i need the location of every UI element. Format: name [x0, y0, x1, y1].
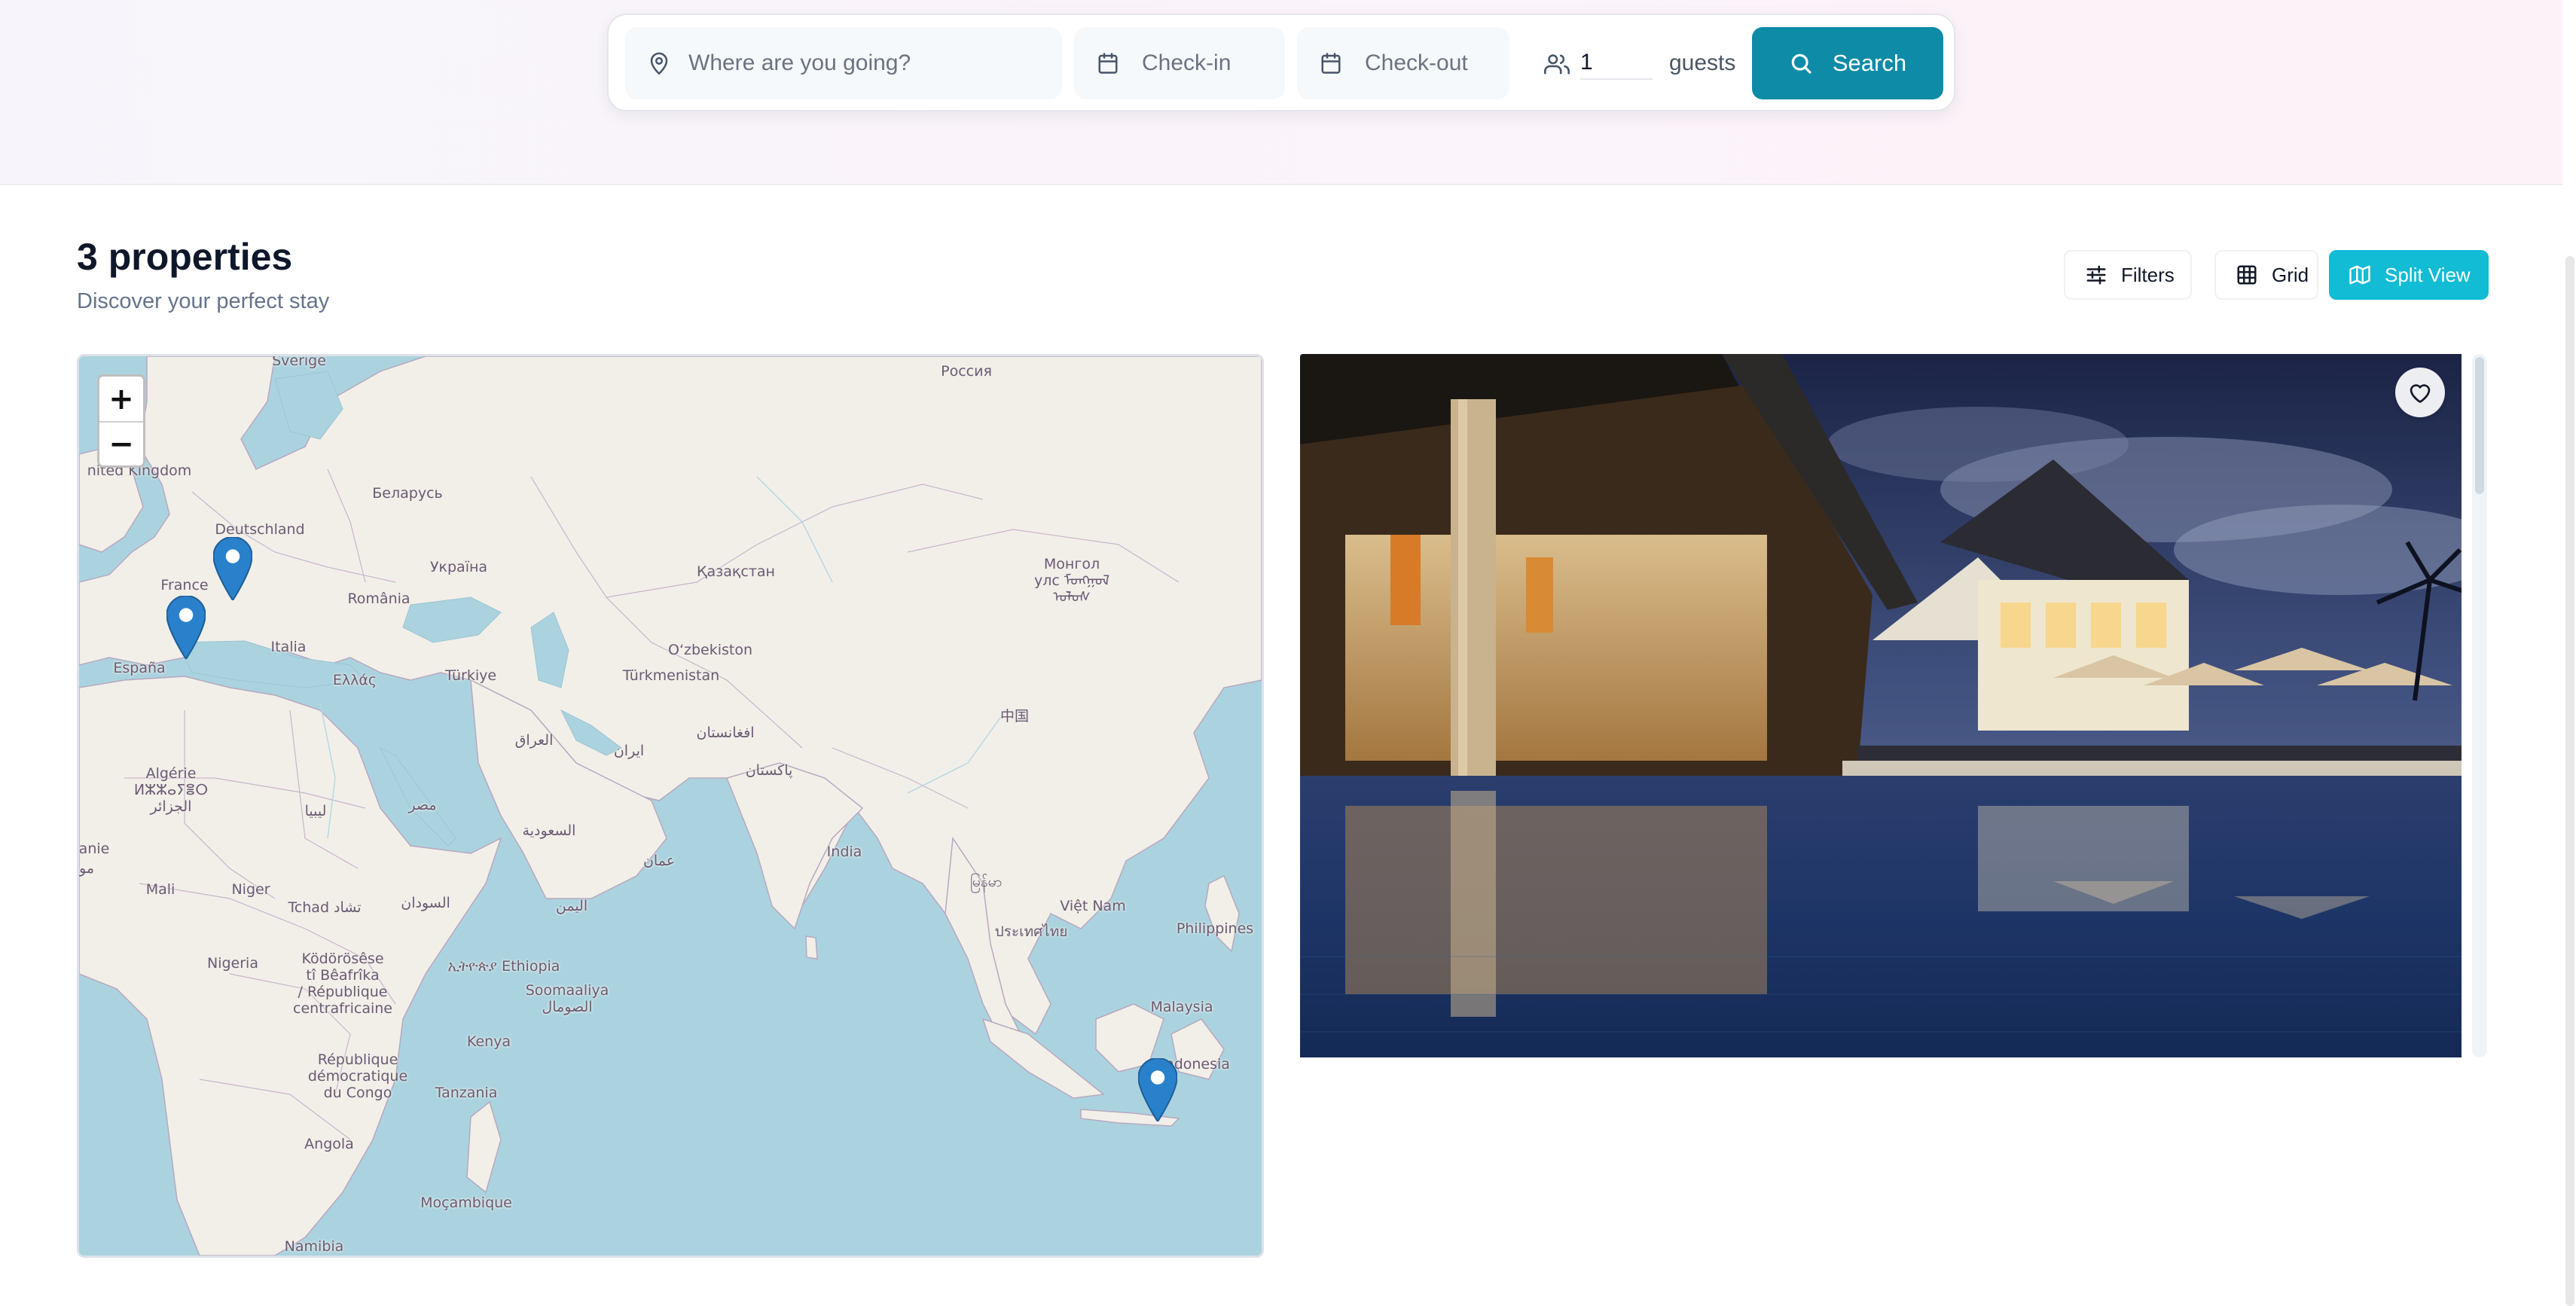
- search-button-label: Search: [1832, 50, 1907, 76]
- map-label-car: Ködörösêse tî Bêafrîka / République cent…: [293, 951, 392, 1017]
- results-subtitle: Discover your perfect stay: [77, 289, 330, 313]
- map-label-tchad: Tchad تشاد: [288, 899, 362, 916]
- map-label-angola: Angola: [304, 1136, 354, 1152]
- search-bar: Where are you going? Check-in Check-out …: [607, 14, 1955, 111]
- map-label-belarus: Беларусь: [372, 485, 443, 502]
- checkin-placeholder[interactable]: Check-in: [1142, 50, 1231, 76]
- map-label-drc: République démocratique du Congo: [307, 1051, 408, 1101]
- destination-field[interactable]: Where are you going?: [625, 27, 1062, 99]
- map-label-afghanistan: افغانستان: [696, 725, 755, 741]
- search-button[interactable]: Search: [1752, 27, 1943, 99]
- grid-view-button[interactable]: Grid: [2214, 250, 2318, 300]
- favorite-button[interactable]: [2395, 368, 2445, 417]
- list-scrollbar-thumb[interactable]: [2475, 357, 2484, 494]
- map-label-deutschland: Deutschland: [215, 521, 305, 538]
- location-pin-icon: [650, 52, 668, 75]
- map-label-libya: ليبيا: [304, 803, 327, 819]
- map-label-rossiya: Россия: [941, 363, 992, 380]
- map-icon: [2349, 265, 2370, 285]
- filters-label: Filters: [2121, 263, 2175, 286]
- map-marker-icon[interactable]: [213, 537, 252, 600]
- split-view-label: Split View: [2385, 263, 2471, 286]
- destination-placeholder[interactable]: Where are you going?: [688, 50, 911, 76]
- map-label-ethiopia: ኢትዮጵያ Ethiopia: [447, 958, 560, 975]
- map-label-mo: مو: [79, 860, 94, 877]
- map-marker-icon[interactable]: [1138, 1058, 1177, 1121]
- map-label-turkiye: Türkiye: [444, 667, 497, 684]
- sliders-icon: [2086, 265, 2106, 285]
- map-label-namibia: Namibia: [284, 1238, 344, 1255]
- map-label-tanzania: Tanzania: [435, 1085, 498, 1101]
- map-label-pakistan: پاکستان: [745, 762, 793, 779]
- property-card-image[interactable]: [1300, 354, 2462, 1057]
- guests-label: guests: [1669, 50, 1736, 75]
- map-label-iraq: العراق: [514, 732, 554, 749]
- map-label-romania: România: [347, 590, 411, 607]
- checkout-field[interactable]: Check-out: [1297, 27, 1509, 99]
- map-marker-icon[interactable]: [166, 596, 206, 659]
- guests-input[interactable]: [1580, 47, 1653, 80]
- users-icon: [1544, 54, 1570, 75]
- map-label-italia: Italia: [270, 639, 307, 655]
- heart-icon: [2410, 384, 2431, 403]
- calendar-icon: [1098, 53, 1118, 74]
- map-panel[interactable]: Sverige Россия nited Kingdom Беларусь De…: [77, 354, 1264, 1258]
- world-map-tiles: [79, 356, 1262, 1256]
- checkin-field[interactable]: Check-in: [1074, 27, 1285, 99]
- map-label-saudi: السعودية: [522, 822, 576, 839]
- map-label-somalia: Soomaaliya الصومال: [525, 982, 609, 1015]
- map-label-nigeria: Nigeria: [207, 955, 258, 972]
- map-label-espana: España: [113, 660, 166, 676]
- split-view-button[interactable]: Split View: [2329, 250, 2489, 300]
- map-label-china: 中国: [1000, 708, 1030, 725]
- map-label-thailand: ประเทศไทย: [994, 923, 1068, 940]
- map-label-malaysia: Malaysia: [1150, 999, 1213, 1015]
- map-label-mongolia: Монгол улс ᠮᠣᠩᠭᠣᠯ ᠤᠯᠤᠰ: [1034, 556, 1109, 606]
- grid-label: Grid: [2272, 263, 2309, 286]
- map-label-france: France: [160, 577, 209, 593]
- map-label-mocambique: Moçambique: [420, 1195, 512, 1211]
- map-label-mauritanie: anie: [78, 841, 110, 857]
- map-label-algerie: Algérie ⵍⵣⵣⴰⵢⴻⵔ الجزائر: [133, 765, 209, 815]
- grid-icon: [2237, 265, 2257, 285]
- checkout-placeholder[interactable]: Check-out: [1365, 50, 1468, 76]
- map-label-uzbekistan: O‘zbekiston: [667, 642, 753, 658]
- map-label-ukraina: Україна: [429, 559, 488, 575]
- map-label-sverige: Sverige: [272, 354, 326, 369]
- map-label-sudan: السودان: [401, 895, 450, 911]
- resort-pool-image: [1300, 354, 2462, 1057]
- zoom-in-button[interactable]: +: [99, 377, 143, 421]
- map-label-turkmenistan: Türkmenistan: [622, 667, 720, 684]
- zoom-out-button[interactable]: −: [99, 421, 143, 465]
- map-label-kazakhstan: Қазақстан: [697, 563, 775, 580]
- map-label-vietnam: Việt Nam: [1060, 898, 1126, 914]
- map-label-mali: Mali: [145, 881, 175, 898]
- results-title: 3 properties: [77, 236, 293, 278]
- map-label-myanmar: မြန်မာ: [969, 874, 1003, 890]
- page-scrollbar-thumb[interactable]: [2565, 256, 2574, 1306]
- map-label-ellas: Ελλάς: [332, 672, 377, 688]
- map-label-philippines: Philippines: [1176, 920, 1254, 937]
- calendar-icon: [1321, 53, 1341, 74]
- map-label-india: India: [826, 844, 862, 860]
- map-label-misr: مصر: [408, 797, 437, 813]
- map-label-kenya: Kenya: [466, 1033, 511, 1050]
- map-zoom-control: + −: [97, 374, 145, 468]
- search-icon: [1791, 53, 1811, 74]
- guests-field: guests: [1521, 27, 1738, 99]
- map-label-yemen: اليمن: [555, 898, 588, 914]
- map-label-iran: ایران: [613, 743, 645, 759]
- map-label-niger: Niger: [231, 881, 270, 898]
- filters-button[interactable]: Filters: [2064, 250, 2192, 300]
- map-label-oman: عمان: [642, 853, 676, 869]
